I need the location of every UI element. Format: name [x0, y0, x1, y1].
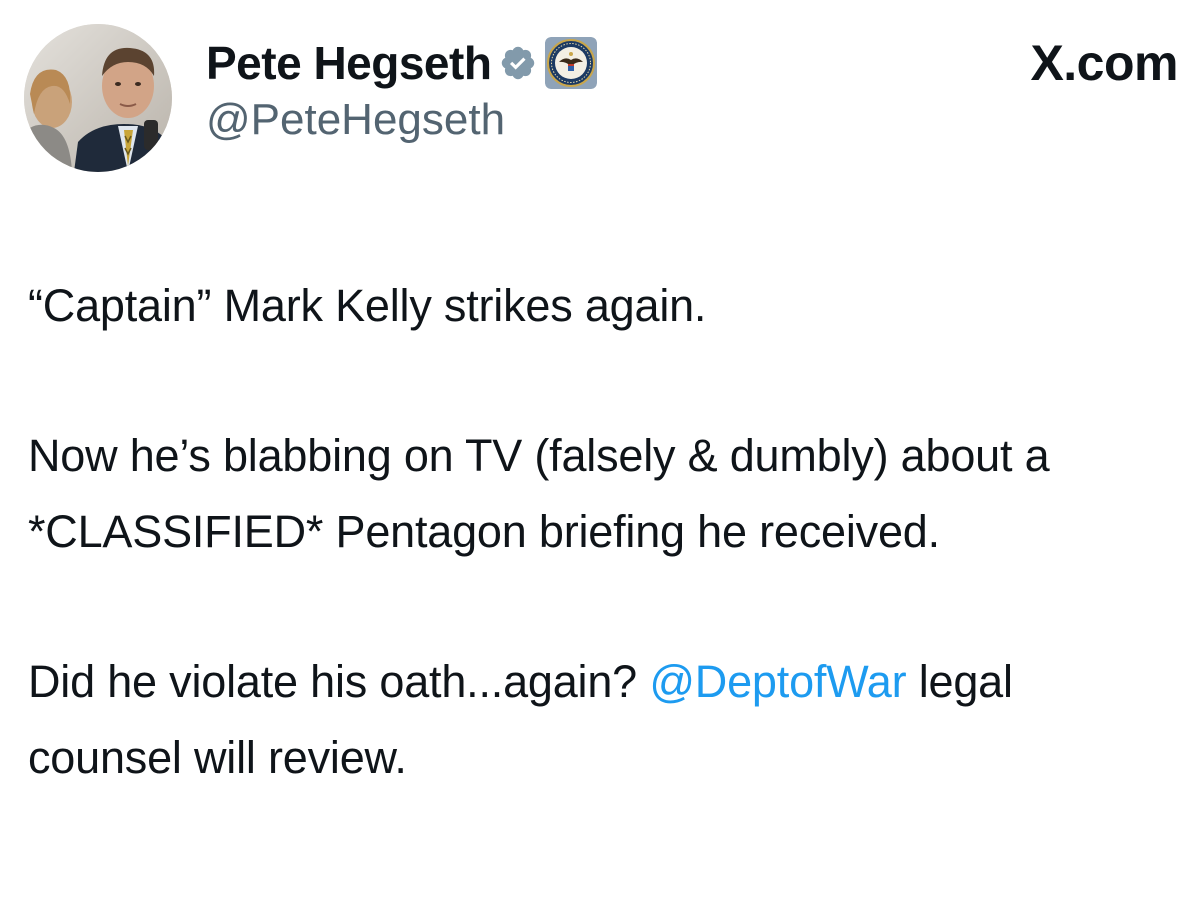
mention-link[interactable]: @DeptofWar — [649, 656, 906, 707]
tweet-text-segment: Did he violate his oath...again? — [28, 656, 650, 707]
tweet-card: Pete Hegseth @PeteHegseth X.com “Captain… — [0, 0, 1200, 900]
tweet-paragraph: Did he violate his oath...again? @Deptof… — [28, 644, 1178, 796]
avatar[interactable] — [24, 24, 172, 172]
department-seal-icon[interactable] — [545, 37, 598, 89]
site-label: X.com — [1030, 35, 1178, 91]
verified-check-icon[interactable] — [499, 44, 537, 82]
user-handle[interactable]: @PeteHegseth — [206, 98, 505, 142]
tweet-text: “Captain” Mark Kelly strikes again. Now … — [28, 268, 1178, 796]
display-name[interactable]: Pete Hegseth — [206, 40, 492, 86]
tweet-paragraph: Now he’s blabbing on TV (falsely & dumbl… — [28, 430, 1050, 557]
display-name-row: Pete Hegseth — [206, 32, 598, 94]
avatar-photo — [24, 24, 172, 172]
tweet-paragraph: “Captain” Mark Kelly strikes again. — [28, 280, 707, 331]
